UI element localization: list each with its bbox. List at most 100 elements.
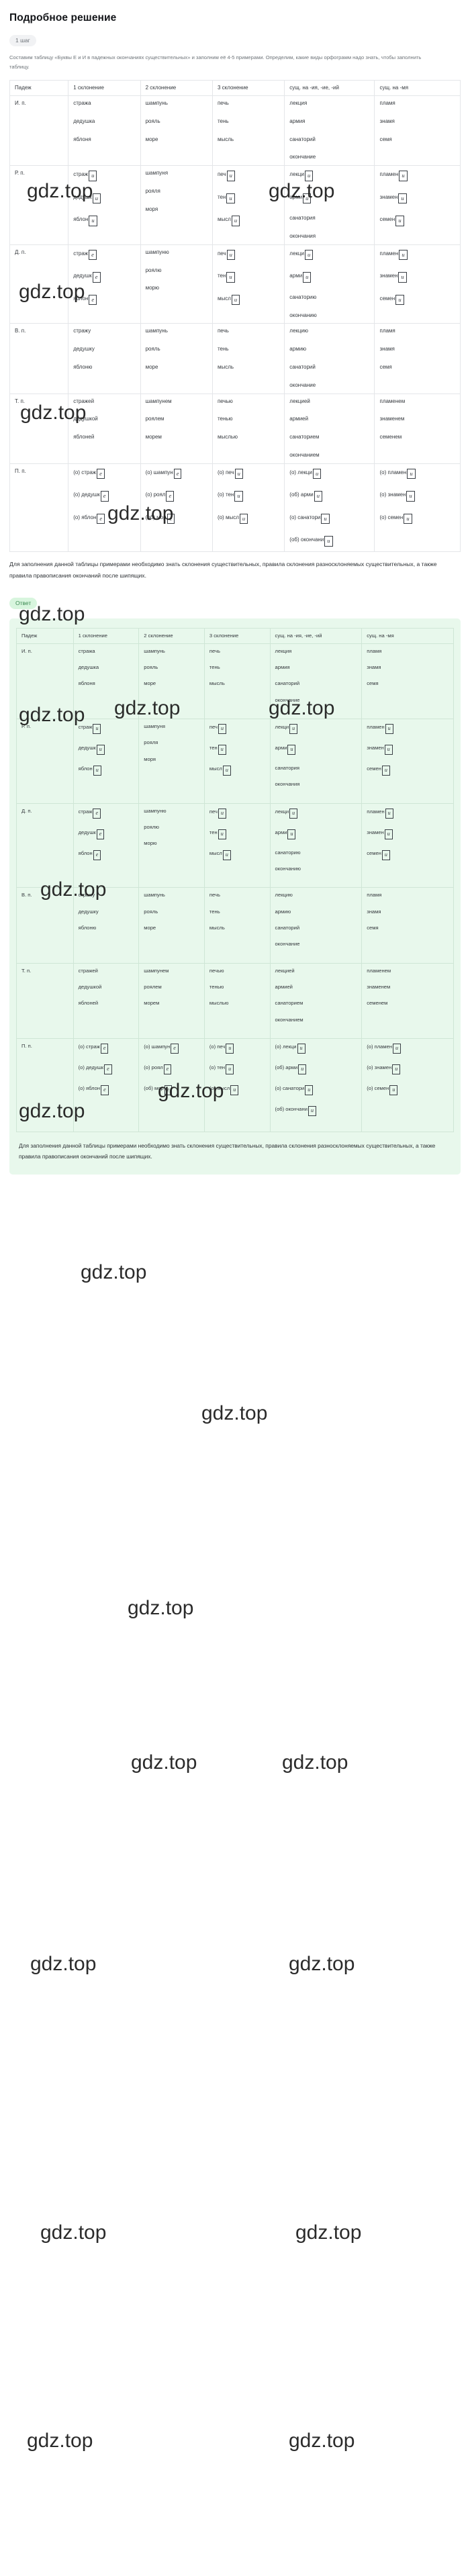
word-entry: море bbox=[146, 136, 208, 143]
word-list: (о) шампун е (о) роял е (об) мор е bbox=[146, 468, 208, 524]
cell-c5: пламен и знамен и семен и bbox=[374, 165, 461, 245]
cell-c1: страж и дедушк и яблон и bbox=[73, 718, 140, 804]
word-entry: знаменем bbox=[367, 984, 449, 990]
word-list: печь тень мысль bbox=[218, 328, 280, 370]
word-list: лекци и арми и санатория окончания bbox=[275, 723, 358, 788]
table-body-answer: И. п. стража дедушка яблоня шампунь рояль море… bbox=[16, 643, 454, 1133]
boxed-ending-letter: е bbox=[171, 1044, 179, 1054]
watermark: gdz.top bbox=[81, 1261, 147, 1283]
boxed-ending-letter: и bbox=[399, 249, 408, 261]
word-stem: санаторий bbox=[289, 363, 316, 370]
word-stem: печ bbox=[217, 250, 226, 257]
word-entry: роялем bbox=[144, 984, 200, 990]
boxed-ending-letter: и bbox=[239, 513, 248, 524]
word-entry: лекцию bbox=[275, 892, 358, 898]
word-stem: шампунь bbox=[145, 328, 168, 334]
word-stem: мысль bbox=[217, 136, 234, 142]
word-entry: тен и bbox=[218, 193, 280, 204]
word-stem: стражей bbox=[73, 398, 95, 404]
word-entry: пламя bbox=[367, 892, 449, 898]
word-stem: шампунь bbox=[144, 892, 165, 899]
cell-c3: печью тенью мыслью bbox=[203, 962, 271, 1040]
boxed-ending-letter: и bbox=[226, 1044, 234, 1054]
word-list: печью тенью мыслью bbox=[209, 968, 266, 1007]
boxed-ending-letter: и bbox=[231, 216, 240, 226]
boxed-ending-letter: и bbox=[218, 808, 226, 819]
word-entry: (о) санатори и bbox=[275, 1085, 358, 1096]
word-stem: (о) пламен bbox=[367, 1044, 393, 1050]
word-list: лекци и арми и санаторию окончанию bbox=[289, 249, 370, 319]
word-entry: шампунь bbox=[144, 648, 200, 654]
cell-c5: пламя знамя семя bbox=[374, 323, 461, 394]
word-stem: семя bbox=[379, 136, 392, 142]
word-list: печью тенью мыслью bbox=[218, 398, 280, 441]
word-entry: рояль bbox=[144, 909, 200, 915]
word-entry: лекцией bbox=[275, 968, 358, 974]
cell-c1: стражу дедушку яблоню bbox=[68, 323, 141, 394]
word-entry: роялю bbox=[144, 824, 200, 830]
word-entry: печ и bbox=[209, 723, 266, 734]
word-entry: мысль bbox=[209, 925, 266, 931]
watermark: gdz.top bbox=[289, 2430, 355, 2452]
cell-c1: стража дедушка яблоня bbox=[68, 95, 141, 167]
word-stem: (о) печ bbox=[217, 469, 234, 475]
word-stem: страж bbox=[73, 250, 89, 257]
word-stem: тенью bbox=[209, 984, 224, 991]
word-stem: яблоню bbox=[78, 925, 97, 931]
boxed-ending-letter: и bbox=[406, 491, 415, 502]
boxed-ending-letter: е bbox=[163, 1064, 172, 1075]
table-row: И. п. стража дедушка яблоня шампунь рояль море… bbox=[9, 95, 461, 167]
cell-c1: стражу дедушку яблоню bbox=[73, 887, 140, 964]
cell-case-label: Т. п. bbox=[16, 962, 74, 1040]
word-entry: знамя bbox=[367, 909, 449, 915]
word-stem: армией bbox=[275, 984, 293, 991]
word-stem: стражу bbox=[73, 328, 91, 334]
word-stem: рояль bbox=[145, 118, 160, 124]
word-stem: семя bbox=[379, 363, 392, 370]
solution-page: Подробное решение 1 шаг Составим таблицу… bbox=[0, 12, 470, 2452]
cell-c3: печь тень мысль bbox=[211, 323, 285, 394]
word-entry: стражей bbox=[73, 398, 136, 405]
word-stem: армия bbox=[289, 118, 306, 124]
word-entry: санаторий bbox=[289, 363, 370, 371]
word-entry: пламен и bbox=[379, 249, 456, 261]
word-list: шампунь рояль море bbox=[144, 648, 200, 687]
cell-c1: страж е дедушк е яблон е bbox=[73, 802, 140, 888]
answer-explanation-paragraph: Для заполнения данной таблицы примерами … bbox=[19, 1142, 436, 1160]
word-entry: мысл и bbox=[218, 216, 280, 226]
cell-case-label: Р. п. bbox=[9, 165, 69, 245]
word-stem: знамен bbox=[379, 193, 398, 200]
word-stem: (о) тен bbox=[209, 1064, 226, 1071]
boxed-ending-letter: и bbox=[289, 808, 298, 819]
step-badge: 1 шаг bbox=[9, 35, 36, 46]
word-stem: знамя bbox=[367, 663, 381, 670]
cell-c5: пламен и знамен и семен и bbox=[374, 244, 461, 324]
word-entry: печь bbox=[218, 100, 280, 107]
word-stem: роялем bbox=[144, 984, 162, 991]
word-stem: яблоней bbox=[78, 1000, 99, 1007]
word-stem: стража bbox=[78, 647, 95, 654]
cell-c2: шампуню роялю морю bbox=[138, 802, 205, 888]
word-entry: тенью bbox=[209, 984, 266, 990]
col-header-decl1: 1 склонение bbox=[68, 79, 141, 96]
word-entry: (о) лекци и bbox=[289, 468, 370, 479]
table-header-row: Падеж 1 склонение 2 склонение 3 склонени… bbox=[16, 627, 454, 644]
word-stem: печ bbox=[209, 808, 218, 815]
word-entry: пламен и bbox=[367, 808, 449, 819]
word-stem: море bbox=[145, 363, 158, 370]
word-entry: яблоня bbox=[79, 681, 135, 686]
word-entry: пламен и bbox=[379, 171, 456, 181]
word-entry: санаторий bbox=[289, 136, 370, 143]
boxed-ending-letter: и bbox=[218, 723, 226, 734]
word-stem: (об) окончани bbox=[289, 537, 324, 543]
word-stem: знамя bbox=[367, 908, 381, 915]
word-entry: пламя bbox=[367, 648, 449, 654]
word-entry: знамен и bbox=[367, 829, 449, 839]
word-list: шампуню роялю морю bbox=[146, 249, 208, 291]
word-list: пламен и знамен и семен и bbox=[367, 723, 449, 776]
table-row: П. п. (о) страж е (о) дедушк е (о) яблон е (о) … bbox=[16, 1038, 454, 1133]
word-list: лекция армия санаторий окончание bbox=[289, 100, 370, 160]
word-stem: (о) яблон bbox=[78, 1085, 101, 1092]
word-stem: (о) страж bbox=[73, 469, 97, 475]
word-stem: санаторием bbox=[275, 1000, 303, 1007]
